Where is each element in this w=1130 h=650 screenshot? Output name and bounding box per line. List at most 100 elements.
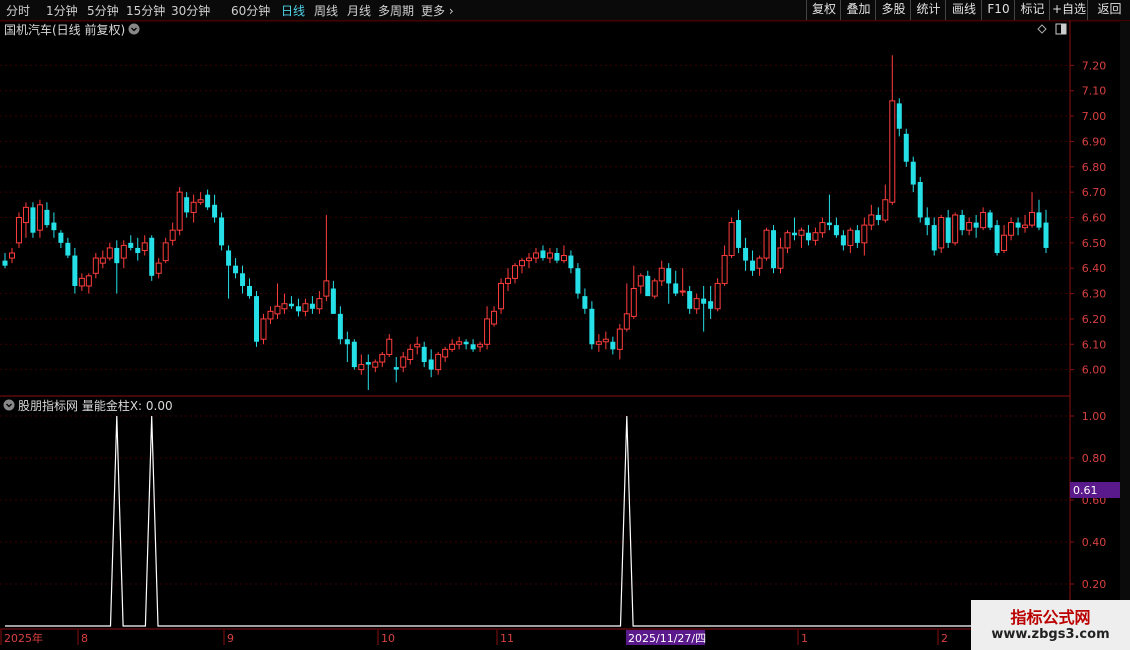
- candle: [484, 306, 491, 350]
- candle: [240, 265, 246, 294]
- candle-body: [546, 252, 553, 259]
- candle-body: [987, 212, 993, 228]
- candle-body: [819, 222, 826, 234]
- candle: [623, 283, 630, 332]
- candle-body: [274, 305, 281, 315]
- candle-body: [763, 229, 770, 259]
- candle-body: [736, 220, 742, 248]
- candle: [85, 273, 92, 294]
- candle-body: [505, 277, 512, 284]
- candle-body: [22, 206, 29, 224]
- candle: [693, 293, 700, 314]
- candle: [372, 359, 379, 373]
- candle-body: [205, 194, 211, 208]
- candle: [428, 349, 434, 378]
- candle: [728, 217, 735, 259]
- candle-body: [393, 367, 399, 370]
- indicator-line: [5, 415, 1046, 627]
- indicator-tick-label: 1.00: [1082, 410, 1107, 423]
- price-tick-label: 6.00: [1082, 364, 1107, 377]
- candle-body: [344, 339, 350, 345]
- candle: [645, 270, 651, 297]
- price-tick-label: 6.40: [1082, 262, 1107, 275]
- candle-body: [728, 222, 735, 257]
- candle-body: [85, 275, 92, 287]
- price-tick-label: 6.10: [1082, 338, 1107, 351]
- candle-body: [106, 247, 113, 259]
- candle-body: [896, 103, 902, 129]
- candle-body: [197, 199, 204, 203]
- candle-body: [708, 301, 714, 309]
- cursor-value-text: 0.61: [1073, 484, 1098, 497]
- candle: [162, 237, 169, 264]
- candle-body: [882, 199, 889, 221]
- price-tick-label: 7.20: [1082, 59, 1107, 72]
- candle-body: [240, 273, 246, 286]
- candle: [840, 230, 846, 251]
- candle-body: [1015, 222, 1021, 228]
- candle: [917, 176, 923, 223]
- candle-body: [630, 288, 637, 317]
- date-cursor-label: 2025/11/27/四: [628, 632, 706, 645]
- candle-body: [51, 222, 57, 231]
- indicator-tick-label: 0.40: [1082, 536, 1107, 549]
- panel-toggle-icon: [1061, 24, 1066, 34]
- candle-body: [959, 214, 965, 231]
- candle: [477, 341, 484, 352]
- candle-body: [1029, 211, 1036, 226]
- candle-body: [568, 255, 574, 269]
- candle: [302, 298, 309, 317]
- candle-body: [92, 257, 99, 274]
- indicator-panel-title: 股朋指标网 量能金柱X: 0.00: [18, 398, 173, 413]
- candle: [421, 341, 427, 368]
- candle: [78, 273, 85, 292]
- price-tick-label: 6.60: [1082, 212, 1107, 225]
- candle-body: [595, 341, 602, 345]
- candle: [736, 209, 742, 253]
- candle: [379, 351, 386, 368]
- candle: [2, 253, 8, 269]
- candle: [651, 278, 658, 299]
- candle: [1029, 192, 1036, 228]
- candle: [875, 207, 881, 226]
- candle: [994, 220, 1000, 256]
- candle-body: [623, 313, 630, 330]
- price-tick-label: 6.90: [1082, 135, 1107, 148]
- candle-body: [687, 291, 693, 309]
- price-tick-label: 7.00: [1082, 110, 1107, 123]
- candle: [519, 258, 526, 274]
- candle: [701, 285, 707, 332]
- candle: [65, 237, 71, 259]
- candle: [589, 301, 595, 350]
- candle-body: [36, 204, 43, 231]
- price-tick-label: 6.50: [1082, 237, 1107, 250]
- candle-body: [358, 364, 365, 371]
- candle-body: [938, 217, 945, 249]
- candle: [120, 240, 127, 269]
- candle-body: [99, 257, 106, 264]
- candle-body: [540, 250, 546, 259]
- candle: [393, 356, 399, 383]
- candle: [658, 260, 665, 286]
- candle: [358, 354, 365, 375]
- candle-body: [980, 211, 987, 229]
- candle: [435, 351, 442, 375]
- candle: [414, 336, 421, 355]
- candle-body: [169, 229, 176, 241]
- candle: [743, 237, 749, 271]
- chevron-down-icon: [3, 399, 15, 411]
- candle-body: [560, 255, 567, 262]
- candle: [44, 202, 50, 228]
- candle: [8, 247, 15, 264]
- candle: [560, 245, 567, 264]
- candle-body: [477, 343, 484, 348]
- date-label: 2025年: [4, 631, 43, 645]
- candle: [595, 334, 602, 352]
- candle: [959, 209, 965, 236]
- watermark-url: www.zbgs3.com: [991, 627, 1110, 642]
- candle: [637, 273, 644, 294]
- price-tick-label: 6.70: [1082, 186, 1107, 199]
- candle: [812, 227, 819, 246]
- candle-body: [281, 303, 288, 310]
- candle: [226, 245, 232, 299]
